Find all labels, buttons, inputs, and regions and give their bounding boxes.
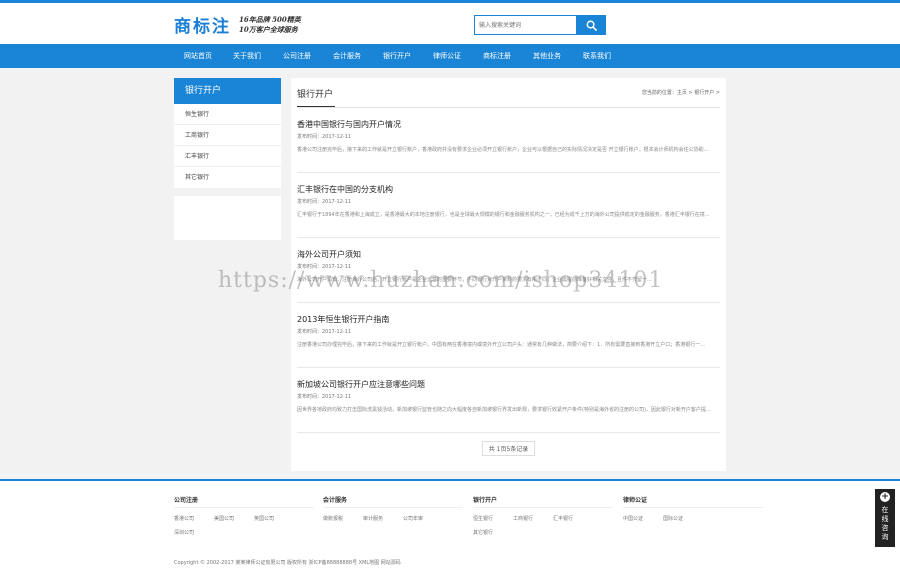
sidebar-blank-box [174,196,281,240]
search-input[interactable] [474,15,576,35]
sidebar-item-hang-seng[interactable]: 恒生银行 [174,104,281,125]
pagination: 共 1页5条记录 [297,433,720,456]
footer-column-title[interactable]: 会计服务 [323,495,463,508]
list-item: 汇丰银行在中国的分支机构 发布时间：2017-12-11 汇丰银行于1894年在… [297,173,720,238]
footer-link[interactable]: 中国公证 [623,515,663,522]
nav-item-company-registration[interactable]: 公司注册 [272,44,322,68]
nav-item-contact[interactable]: 联系我们 [572,44,622,68]
nav-item-trademark[interactable]: 商标注册 [472,44,522,68]
footer-column-accounting: 会计服务 做账报税 审计服务 公司年审 [323,495,473,529]
panel-header: 银行开户 您当前的位置：主页 > 银行开户 > [297,78,720,108]
footer-column-title[interactable]: 公司注册 [174,495,314,508]
nav-item-other[interactable]: 其他业务 [522,44,572,68]
footer-link[interactable]: 工商银行 [513,515,553,522]
footer-link[interactable]: 英国公司 [254,515,294,522]
article-summary: 注册香港公司办理完毕后，接下来的工作就是开立银行帐户。中国有两在香港境内或境外开… [297,342,705,348]
sidebar-item-other-banks[interactable]: 其它银行 [174,167,281,188]
search-bar [474,15,606,35]
article-summary: 香港公司注册完毕后，接下来的工作就是开立银行账户，香港政府并没有要求企业必须开立… [297,147,709,153]
pagination-summary: 共 1页5条记录 [481,441,536,456]
sidebar-item-hsbc[interactable]: 汇丰银行 [174,146,281,167]
search-button[interactable] [576,15,606,35]
nav-item-home[interactable]: 网站首页 [174,44,222,68]
footer-column-title[interactable]: 律师公证 [623,495,763,508]
sidebar-item-icbc[interactable]: 工商银行 [174,125,281,146]
footer-column-bank-account: 银行开户 恒生银行 工商银行 汇丰银行 其它银行 [473,495,623,543]
slogan-line-2: 10万客户全球服务 [239,24,298,34]
article-date: 发布时间：2017-12-11 [297,329,352,335]
list-item: 新加坡公司银行开户应注意哪些问题 发布时间：2017-12-11 因世界各地政府… [297,368,720,433]
footer-column-title[interactable]: 银行开户 [473,495,613,508]
logo-slogan: 16年品牌 500精英 10万客户全球服务 [239,15,301,35]
search-icon [586,20,597,31]
footer-link[interactable]: 公司年审 [403,515,443,522]
breadcrumb[interactable]: 您当前的位置：主页 > 银行开户 > [642,89,720,96]
online-consult-label: 在线咨询 [881,506,889,541]
nav-item-accounting[interactable]: 会计服务 [322,44,372,68]
article-title[interactable]: 汇丰银行在中国的分支机构 [297,184,720,195]
footer-link[interactable]: 审计服务 [363,515,403,522]
article-title[interactable]: 2013年恒生银行开户指南 [297,314,720,325]
footer-link[interactable]: 香港公司 [174,515,214,522]
plus-icon: + [880,492,890,502]
site-logo[interactable]: 商标注 16年品牌 500精英 10万客户全球服务 [174,12,301,38]
article-date: 发布时间：2017-12-11 [297,134,352,140]
footer-column-notary: 律师公证 中国公证 国际公证 [623,495,773,529]
footer-link[interactable]: 做账报税 [323,515,363,522]
article-date: 发布时间：2017-12-11 [297,394,352,400]
article-summary: 汇丰银行于1894年在香港和上海成立，是香港最大的本地注册银行，也是全球最大规模… [297,212,710,218]
site-header: 商标注 16年品牌 500精英 10万客户全球服务 [0,3,900,44]
footer-link[interactable]: 美国公司 [214,515,254,522]
article-date: 发布时间：2017-12-11 [297,199,352,205]
footer-link[interactable]: 深圳公司 [174,529,214,536]
article-summary: 因世界各地政府均致力打击国际洗黑钱活动，新加坡银行监管也随之向大幅度各自新加坡银… [297,407,711,413]
footer-link[interactable]: 国际公证 [663,515,703,522]
footer-link[interactable]: 汇丰银行 [553,515,593,522]
sidebar-list: 恒生银行 工商银行 汇丰银行 其它银行 [174,104,281,188]
sidebar-title: 银行开户 [174,78,281,104]
footer-column-company-registration: 公司注册 香港公司 美国公司 英国公司 深圳公司 [174,495,324,543]
nav-item-bank-account[interactable]: 银行开户 [372,44,422,68]
slogan-line-1: 16年品牌 500精英 [239,14,301,24]
footer-link[interactable]: 恒生银行 [473,515,513,522]
copyright-text: Copyright © 2002-2017 某某律师公证有限公司 版权所有 浙I… [174,560,401,566]
article-title[interactable]: 新加坡公司银行开户应注意哪些问题 [297,379,720,390]
logo-text: 商标注 [174,17,231,37]
watermark-text: https://www.huzhan.com/ishop34101 [218,268,664,293]
page-title: 银行开户 [297,87,335,107]
list-item: 香港中国银行与国内开户情况 发布时间：2017-12-11 香港公司注册完毕后，… [297,108,720,173]
sidebar: 银行开户 恒生银行 工商银行 汇丰银行 其它银行 [174,78,281,240]
footer-link[interactable]: 其它银行 [473,529,513,536]
online-consult-button[interactable]: + 在线咨询 [875,489,895,547]
nav-item-notary[interactable]: 律师公证 [422,44,472,68]
list-item: 2013年恒生银行开户指南 发布时间：2017-12-11 注册香港公司办理完毕… [297,303,720,368]
nav-item-about[interactable]: 关于我们 [222,44,272,68]
site-footer: 公司注册 香港公司 美国公司 英国公司 深圳公司 会计服务 做账报税 审计服务 … [0,479,900,571]
main-nav: 网站首页 关于我们 公司注册 会计服务 银行开户 律师公证 商标注册 其他业务 … [0,44,900,68]
article-title[interactable]: 海外公司开户须知 [297,249,720,260]
article-title[interactable]: 香港中国银行与国内开户情况 [297,119,720,130]
